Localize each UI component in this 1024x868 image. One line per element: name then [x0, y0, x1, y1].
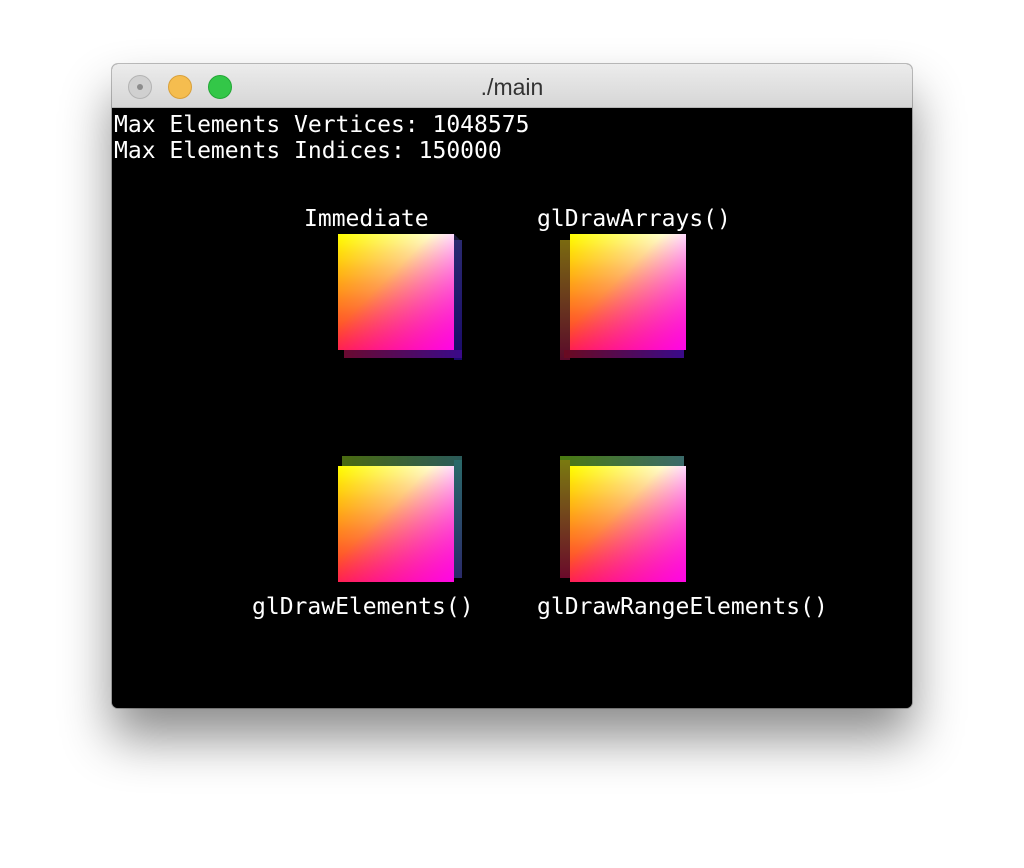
app-window: ./main Max Elements Vertices: 1048575 Ma… — [112, 64, 912, 708]
cube-front-face — [338, 234, 454, 350]
cube-draw-arrays — [560, 234, 688, 362]
draw-range-elements-label: glDrawRangeElements() — [537, 594, 828, 620]
cube-side-top — [560, 456, 684, 466]
window-title: ./main — [480, 74, 544, 100]
max-vertices-text: Max Elements Vertices: 1048575 — [114, 112, 530, 138]
cube-side-bottom — [344, 350, 462, 358]
cube-immediate — [338, 234, 466, 362]
cube-front-face — [570, 234, 686, 350]
title-bar[interactable]: ./main — [112, 64, 912, 108]
draw-arrays-label: glDrawArrays() — [537, 206, 731, 232]
cube-side-right — [454, 460, 462, 578]
gl-canvas[interactable]: Max Elements Vertices: 1048575 Max Eleme… — [112, 108, 912, 708]
max-indices-text: Max Elements Indices: 150000 — [114, 138, 502, 164]
immediate-label: Immediate — [304, 206, 429, 232]
cube-draw-range-elements — [560, 456, 688, 584]
cube-side-top — [342, 456, 462, 466]
cube-draw-elements — [338, 456, 466, 584]
cube-front-face — [338, 466, 454, 582]
cube-side-bottom — [564, 350, 684, 358]
cube-side-left — [560, 460, 570, 578]
cube-side-left — [560, 240, 570, 360]
cube-front-face — [570, 466, 686, 582]
draw-elements-label: glDrawElements() — [252, 594, 474, 620]
cube-side-right — [454, 240, 462, 360]
